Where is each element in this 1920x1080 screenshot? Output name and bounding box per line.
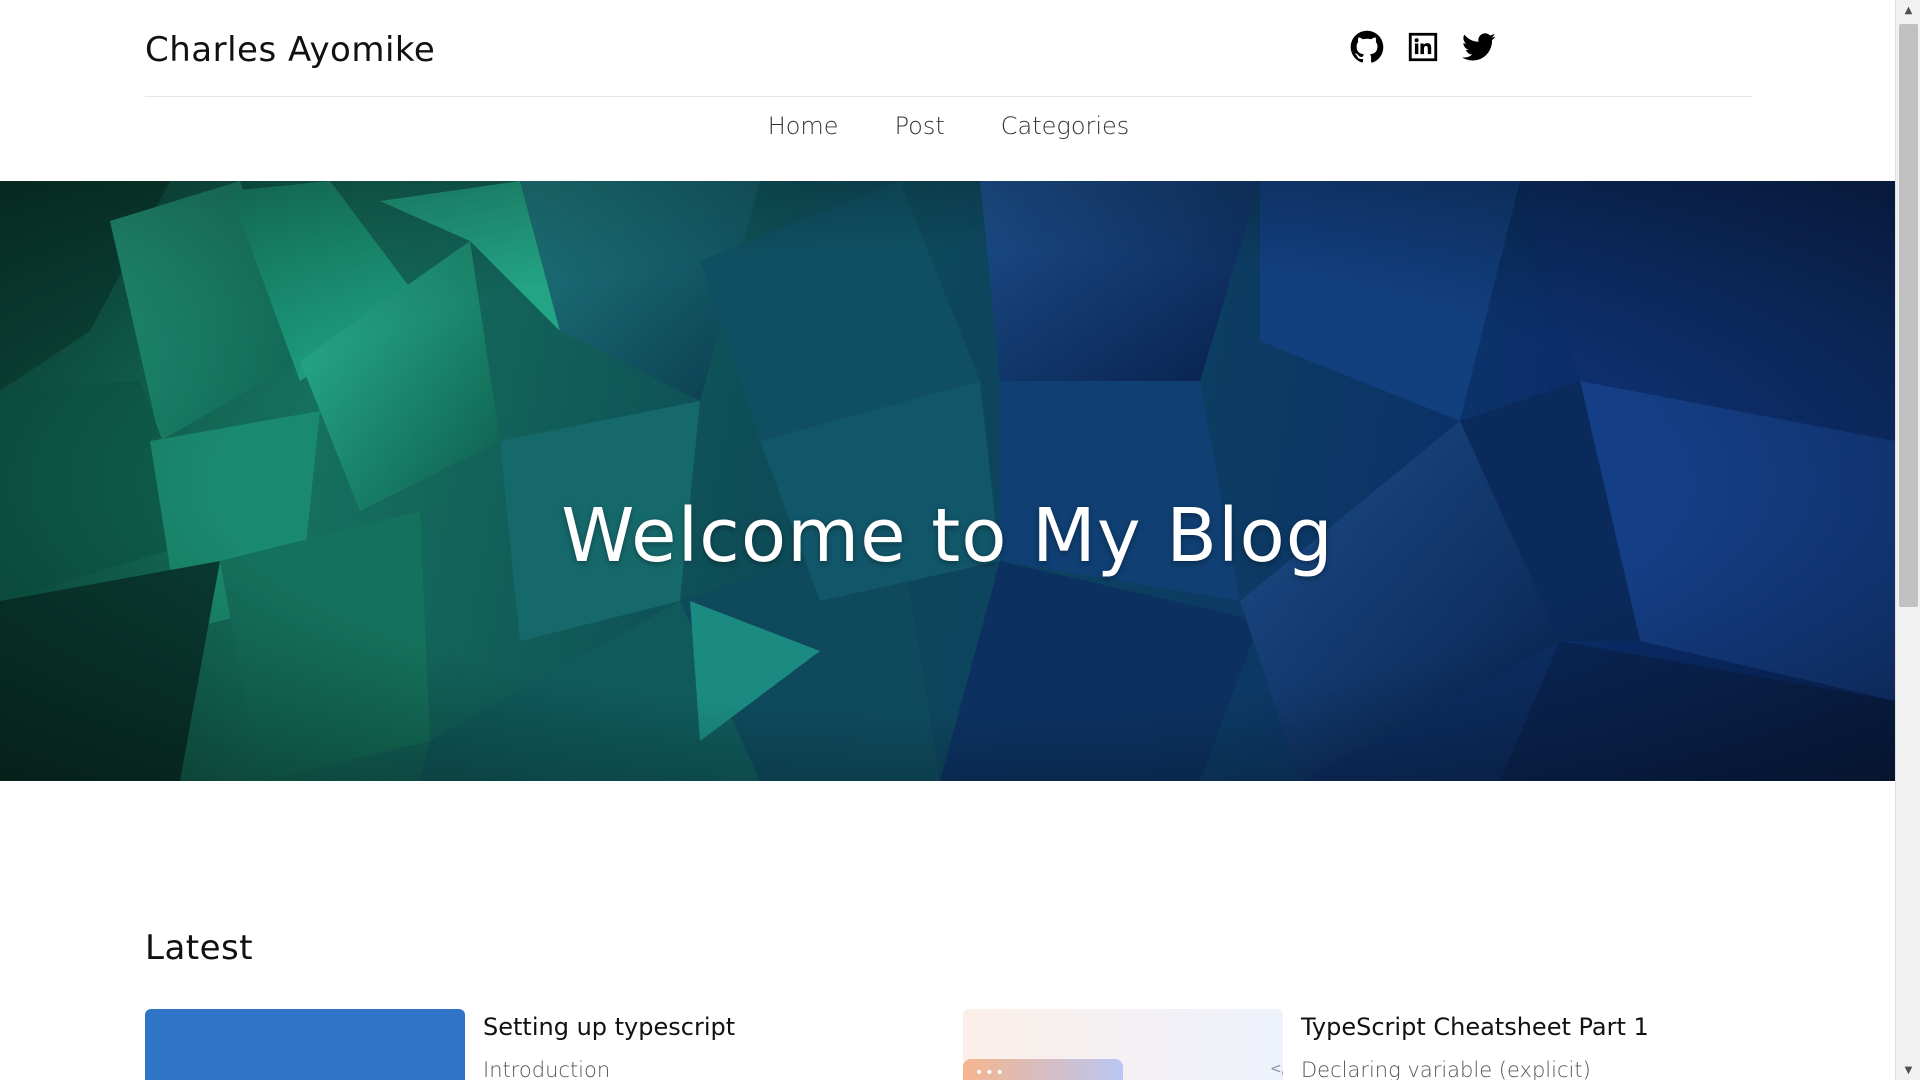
latest-heading: Latest	[145, 928, 254, 969]
linkedin-icon	[1408, 32, 1438, 62]
site-brand[interactable]: Charles Ayomike	[145, 30, 435, 70]
window-dots: •••	[975, 1065, 1006, 1080]
hero-title: Welcome to My Blog	[561, 492, 1334, 579]
hero-banner: Welcome to My Blog	[0, 181, 1895, 781]
vertical-scrollbar[interactable]: ▲ ▼	[1895, 0, 1920, 1080]
linkedin-link[interactable]	[1406, 30, 1440, 64]
scroll-down-arrow-icon[interactable]: ▼	[1896, 1060, 1920, 1080]
code-tag-glyph: </	[1270, 1061, 1283, 1077]
scroll-thumb[interactable]	[1899, 24, 1918, 607]
github-link[interactable]	[1350, 30, 1384, 64]
twitter-link[interactable]	[1462, 30, 1496, 64]
post-excerpt: Declaring variable (explicit)	[1301, 1058, 1591, 1080]
social-links	[1350, 30, 1496, 64]
post-thumbnail[interactable]: ••• </	[963, 1009, 1283, 1080]
post-title[interactable]: TypeScript Cheatsheet Part 1	[1301, 1013, 1649, 1041]
twitter-icon	[1462, 33, 1496, 61]
github-icon	[1350, 30, 1384, 63]
post-card[interactable]: Setting up typescript Introduction	[145, 1009, 905, 1080]
post-excerpt: Introduction	[483, 1058, 611, 1080]
post-title[interactable]: Setting up typescript	[483, 1013, 735, 1041]
nav-item-post[interactable]: Post	[893, 112, 945, 140]
scroll-up-arrow-icon[interactable]: ▲	[1896, 0, 1920, 20]
post-card[interactable]: ••• </ TypeScript Cheatsheet Part 1 Decl…	[963, 1009, 1723, 1080]
site-header: Charles Ayomike	[145, 0, 1752, 97]
hero-background-image	[0, 181, 1895, 781]
main-nav: Home Post Categories	[0, 112, 1895, 140]
page: Charles Ayomike Home Post Categories Wel…	[0, 0, 1895, 1080]
post-thumbnail[interactable]	[145, 1009, 465, 1080]
thumbnail-window-graphic: •••	[963, 1059, 1123, 1080]
nav-item-home[interactable]: Home	[766, 112, 839, 140]
nav-item-categories[interactable]: Categories	[999, 112, 1130, 140]
